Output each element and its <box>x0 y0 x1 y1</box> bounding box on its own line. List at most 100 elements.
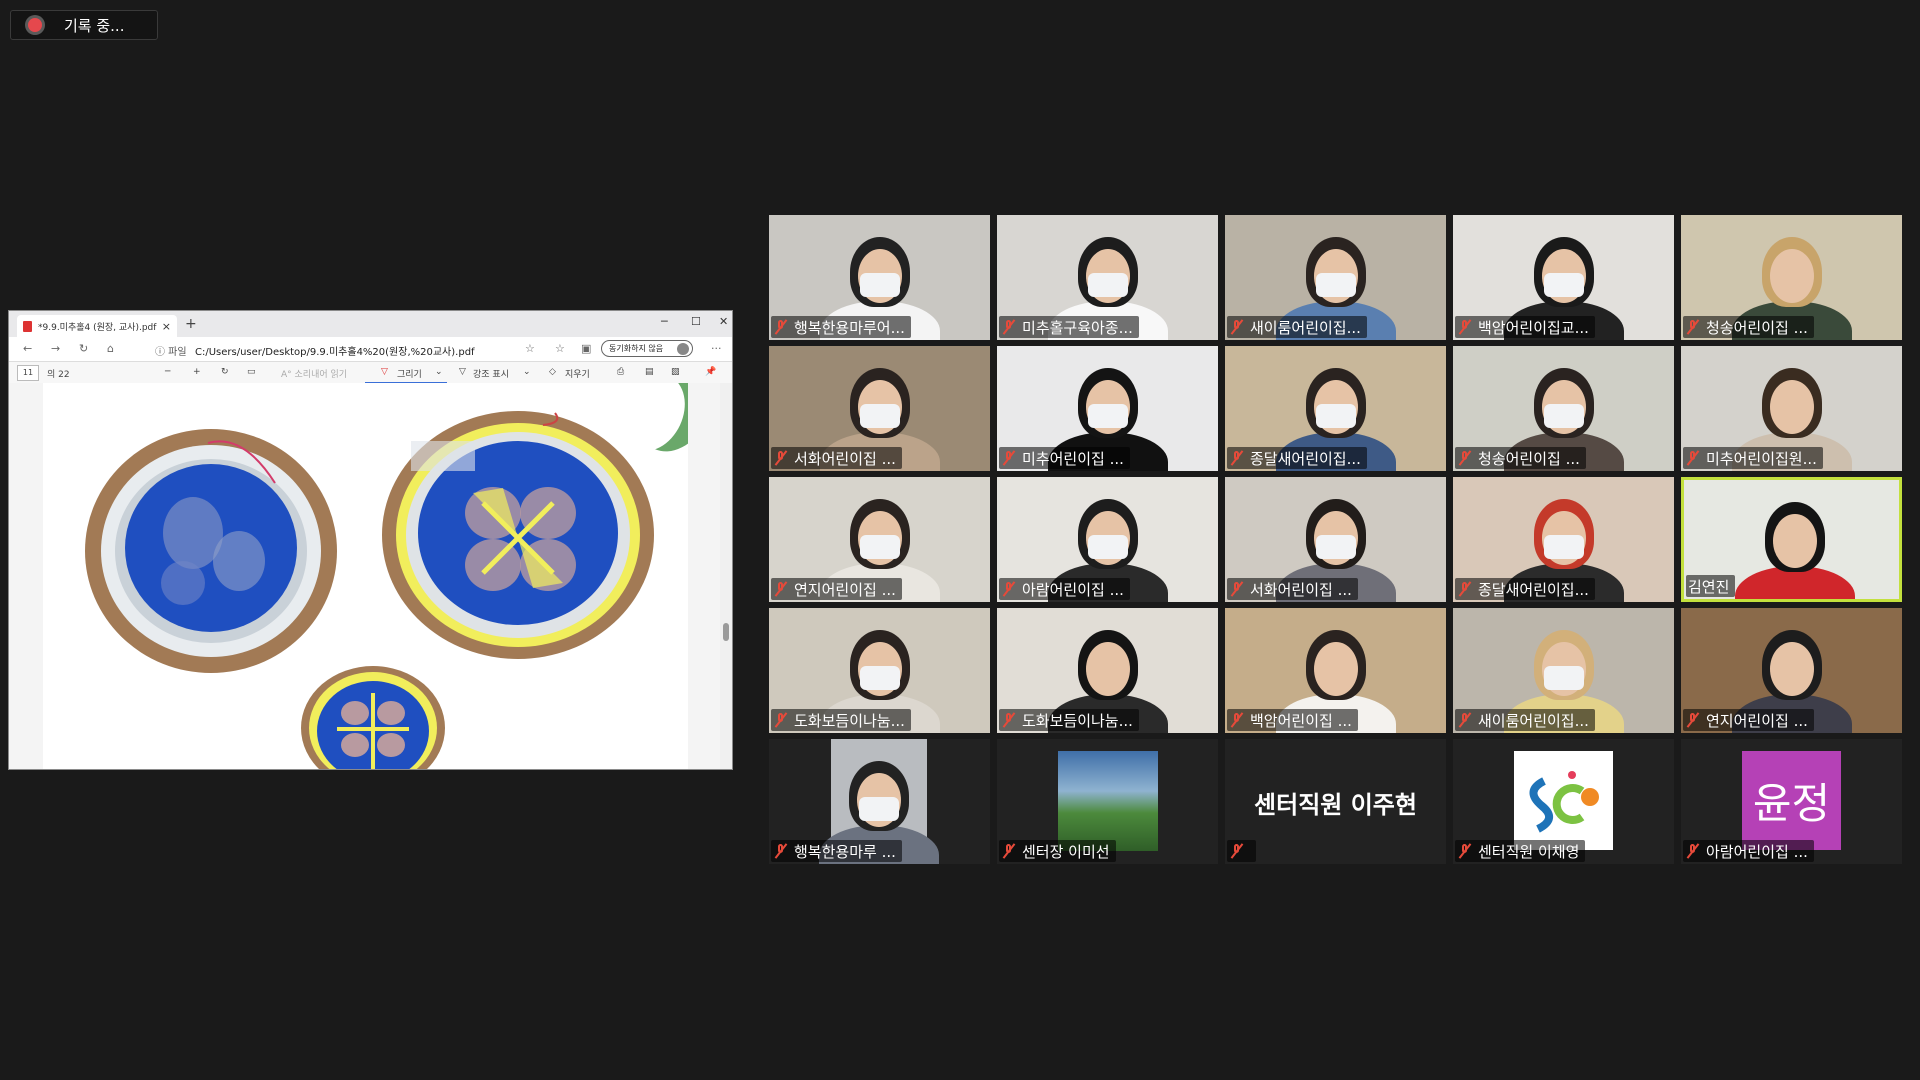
mic-muted-icon <box>1229 712 1245 728</box>
participant-name-bar: 아람어린이집 ... <box>1683 840 1814 862</box>
participant-tile[interactable]: 미추어린이집 ... <box>997 346 1218 471</box>
participant-tile[interactable]: 미추어린이집원... <box>1681 346 1902 471</box>
draw-dropdown-icon[interactable]: ⌄ <box>435 367 443 377</box>
participant-tile[interactable]: 새이룸어린이집... <box>1225 215 1446 340</box>
participant-name: 종달새어린이집... <box>1478 580 1589 599</box>
new-tab-button[interactable]: + <box>185 316 197 332</box>
erase-button[interactable]: 지우기 <box>565 367 590 380</box>
participant-name: 서화어린이집 ... <box>1250 580 1352 599</box>
read-aloud-button[interactable]: A° 소리내어 읽기 <box>281 367 347 380</box>
tab-bar: *9.9.미추홀4 (원장, 교사).pdf × + ─ ☐ ✕ <box>9 311 732 337</box>
fit-page-icon[interactable]: ▭ <box>247 367 256 377</box>
pdf-page <box>43 383 688 769</box>
participant-tile[interactable]: 센터직원 이채영 <box>1453 739 1674 864</box>
participant-name: 종달새어린이집... <box>1250 449 1361 468</box>
draw-button[interactable]: 그리기 <box>397 367 422 380</box>
participant-name: 백암어린이집 ... <box>1250 711 1352 730</box>
participant-tile[interactable]: 종달새어린이집... <box>1453 477 1674 602</box>
rotate-icon[interactable]: ↻ <box>221 367 229 377</box>
mic-muted-icon <box>1229 581 1245 597</box>
participant-tile[interactable]: 연지어린이집 ... <box>769 477 990 602</box>
participant-tile[interactable]: 종달새어린이집... <box>1225 346 1446 471</box>
print-icon[interactable]: ⎙ <box>617 367 624 377</box>
participant-name-bar: 연지어린이집 ... <box>771 578 902 600</box>
participant-tile[interactable]: 센터장 이미선 <box>997 739 1218 864</box>
collections-icon[interactable]: ▣ <box>581 342 591 355</box>
save-as-icon[interactable]: ▧ <box>671 367 680 377</box>
mic-muted-icon <box>1001 843 1017 859</box>
browser-tab[interactable]: *9.9.미추홀4 (원장, 교사).pdf × <box>17 315 177 337</box>
participant-name-bar: 도화보듬이나눔... <box>999 709 1139 731</box>
participant-tile[interactable]: 미추홀구육아종... <box>997 215 1218 340</box>
recording-indicator[interactable]: 기록 중... <box>10 10 158 40</box>
participant-tile[interactable]: 백암어린이집교... <box>1453 215 1674 340</box>
forward-icon[interactable]: → <box>51 342 60 355</box>
mic-muted-icon <box>1457 712 1473 728</box>
participant-tile[interactable]: 행복한용마루어... <box>769 215 990 340</box>
save-icon[interactable]: ▤ <box>645 367 654 377</box>
highlight-dropdown-icon[interactable]: ⌄ <box>523 367 531 377</box>
url-field[interactable]: C:/Users/user/Desktop/9.9.미추홀4%20(원장,%20… <box>195 343 475 358</box>
home-icon[interactable]: ⌂ <box>107 342 114 355</box>
sync-label: 동기화하지 않음 <box>609 344 664 353</box>
participant-name-bar: 아람어린이집 ... <box>999 578 1130 600</box>
mic-muted-icon <box>1457 843 1473 859</box>
participant-name: 센터직원 이채영 <box>1478 842 1580 861</box>
participant-tile[interactable]: 청송어린이집 ... <box>1681 215 1902 340</box>
participant-tile[interactable]: 서화어린이집 ... <box>769 346 990 471</box>
participant-tile[interactable]: 행복한용마루 ... <box>769 739 990 864</box>
close-window-button[interactable]: ✕ <box>719 315 728 328</box>
menu-button[interactable]: ··· <box>711 342 722 355</box>
participant-name: 서화어린이집 ... <box>794 449 896 468</box>
maximize-button[interactable]: ☐ <box>691 315 701 328</box>
favorite-star-icon[interactable]: ☆ <box>525 342 535 355</box>
participant-tile[interactable]: 아람어린이집 ... <box>997 477 1218 602</box>
profile-avatar-icon <box>677 342 689 355</box>
participant-tile[interactable]: 김연진 <box>1681 477 1902 602</box>
participant-tile[interactable]: 도화보듬이나눔... <box>769 608 990 733</box>
pdf-icon <box>23 320 32 332</box>
tab-close-button[interactable]: × <box>162 320 171 333</box>
participant-tile[interactable]: 백암어린이집 ... <box>1225 608 1446 733</box>
pin-icon[interactable]: 📌 <box>705 367 716 377</box>
minimize-button[interactable]: ─ <box>661 315 668 328</box>
avatar-initials: 윤정 <box>1752 779 1831 828</box>
participant-video: 센터직원 이주현 <box>1225 739 1446 864</box>
participant-tile[interactable]: 서화어린이집 ... <box>1225 477 1446 602</box>
recording-label: 기록 중... <box>64 16 125 35</box>
favorites-icon[interactable]: ☆ <box>555 342 565 355</box>
participant-name: 행복한용마루 ... <box>794 842 896 861</box>
pdf-scrollbar[interactable] <box>720 383 732 769</box>
zoom-in-button[interactable]: + <box>193 367 201 377</box>
back-icon[interactable]: ← <box>23 342 32 355</box>
mic-muted-icon <box>1685 319 1701 335</box>
participant-name: 연지어린이집 ... <box>794 580 896 599</box>
refresh-icon[interactable]: ↻ <box>79 342 88 355</box>
profile-photo <box>1058 751 1158 851</box>
mic-muted-icon <box>1457 581 1473 597</box>
participant-tile[interactable]: 청송어린이집 ... <box>1453 346 1674 471</box>
page-number-input[interactable]: 11 <box>17 365 39 381</box>
highlight-button[interactable]: 강조 표시 <box>473 367 509 380</box>
mic-muted-icon <box>1001 581 1017 597</box>
scroll-thumb[interactable] <box>723 623 729 641</box>
participant-tile[interactable]: 윤정아람어린이집 ... <box>1681 739 1902 864</box>
participant-name-bar: 미추어린이집 ... <box>999 447 1130 469</box>
participant-name: 도화보듬이나눔... <box>1022 711 1133 730</box>
zoom-out-button[interactable]: ─ <box>165 367 170 377</box>
sync-profile-button[interactable]: 동기화하지 않음 <box>601 340 693 357</box>
participant-tile[interactable]: 센터직원 이주현 <box>1225 739 1446 864</box>
participant-name: 백암어린이집교... <box>1478 318 1589 337</box>
participant-name-bar: 백암어린이집 ... <box>1227 709 1358 731</box>
participant-name: 행복한용마루어... <box>794 318 905 337</box>
participant-name: 청송어린이집 ... <box>1706 318 1808 337</box>
participant-name-bar: 미추홀구육아종... <box>999 316 1139 338</box>
participant-tile[interactable]: 연지어린이집 ... <box>1681 608 1902 733</box>
participant-name: 아람어린이집 ... <box>1706 842 1808 861</box>
participant-tile[interactable]: 새이룸어린이집... <box>1453 608 1674 733</box>
pdf-viewport[interactable] <box>9 383 732 769</box>
participant-name-bar: 백암어린이집교... <box>1455 316 1595 338</box>
mic-muted-icon <box>1001 319 1017 335</box>
participant-name-bar: 서화어린이집 ... <box>1227 578 1358 600</box>
participant-tile[interactable]: 도화보듬이나눔... <box>997 608 1218 733</box>
